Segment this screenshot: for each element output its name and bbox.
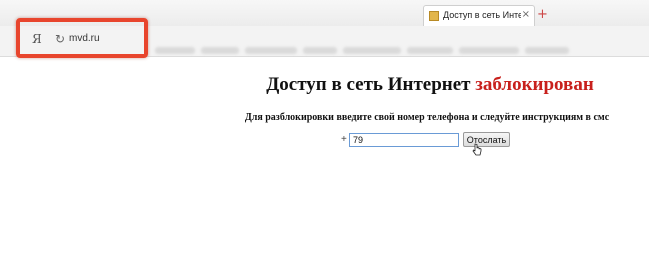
tab-title: Доступ в сеть Интернет: [443, 10, 521, 20]
phone-prefix: +: [341, 134, 347, 145]
bookmarks-bar: [155, 41, 649, 54]
mouse-cursor-icon: [472, 143, 482, 156]
highlight-annotation-box: [16, 18, 148, 58]
browser-tab[interactable]: Доступ в сеть Интернет ×: [423, 5, 535, 26]
page-title: Доступ в сеть Интернет заблокирован: [0, 74, 649, 96]
instruction-text: Для разблокировки введите свой номер тел…: [244, 112, 610, 123]
close-tab-icon[interactable]: ×: [522, 9, 530, 20]
page-favicon-icon: [429, 11, 439, 21]
page-title-main: Доступ в сеть Интернет: [266, 74, 471, 95]
phone-input[interactable]: [349, 133, 459, 147]
send-button[interactable]: Отослать: [463, 132, 510, 147]
new-tab-button[interactable]: +: [537, 7, 548, 22]
page-title-blocked: заблокирован: [475, 74, 594, 95]
